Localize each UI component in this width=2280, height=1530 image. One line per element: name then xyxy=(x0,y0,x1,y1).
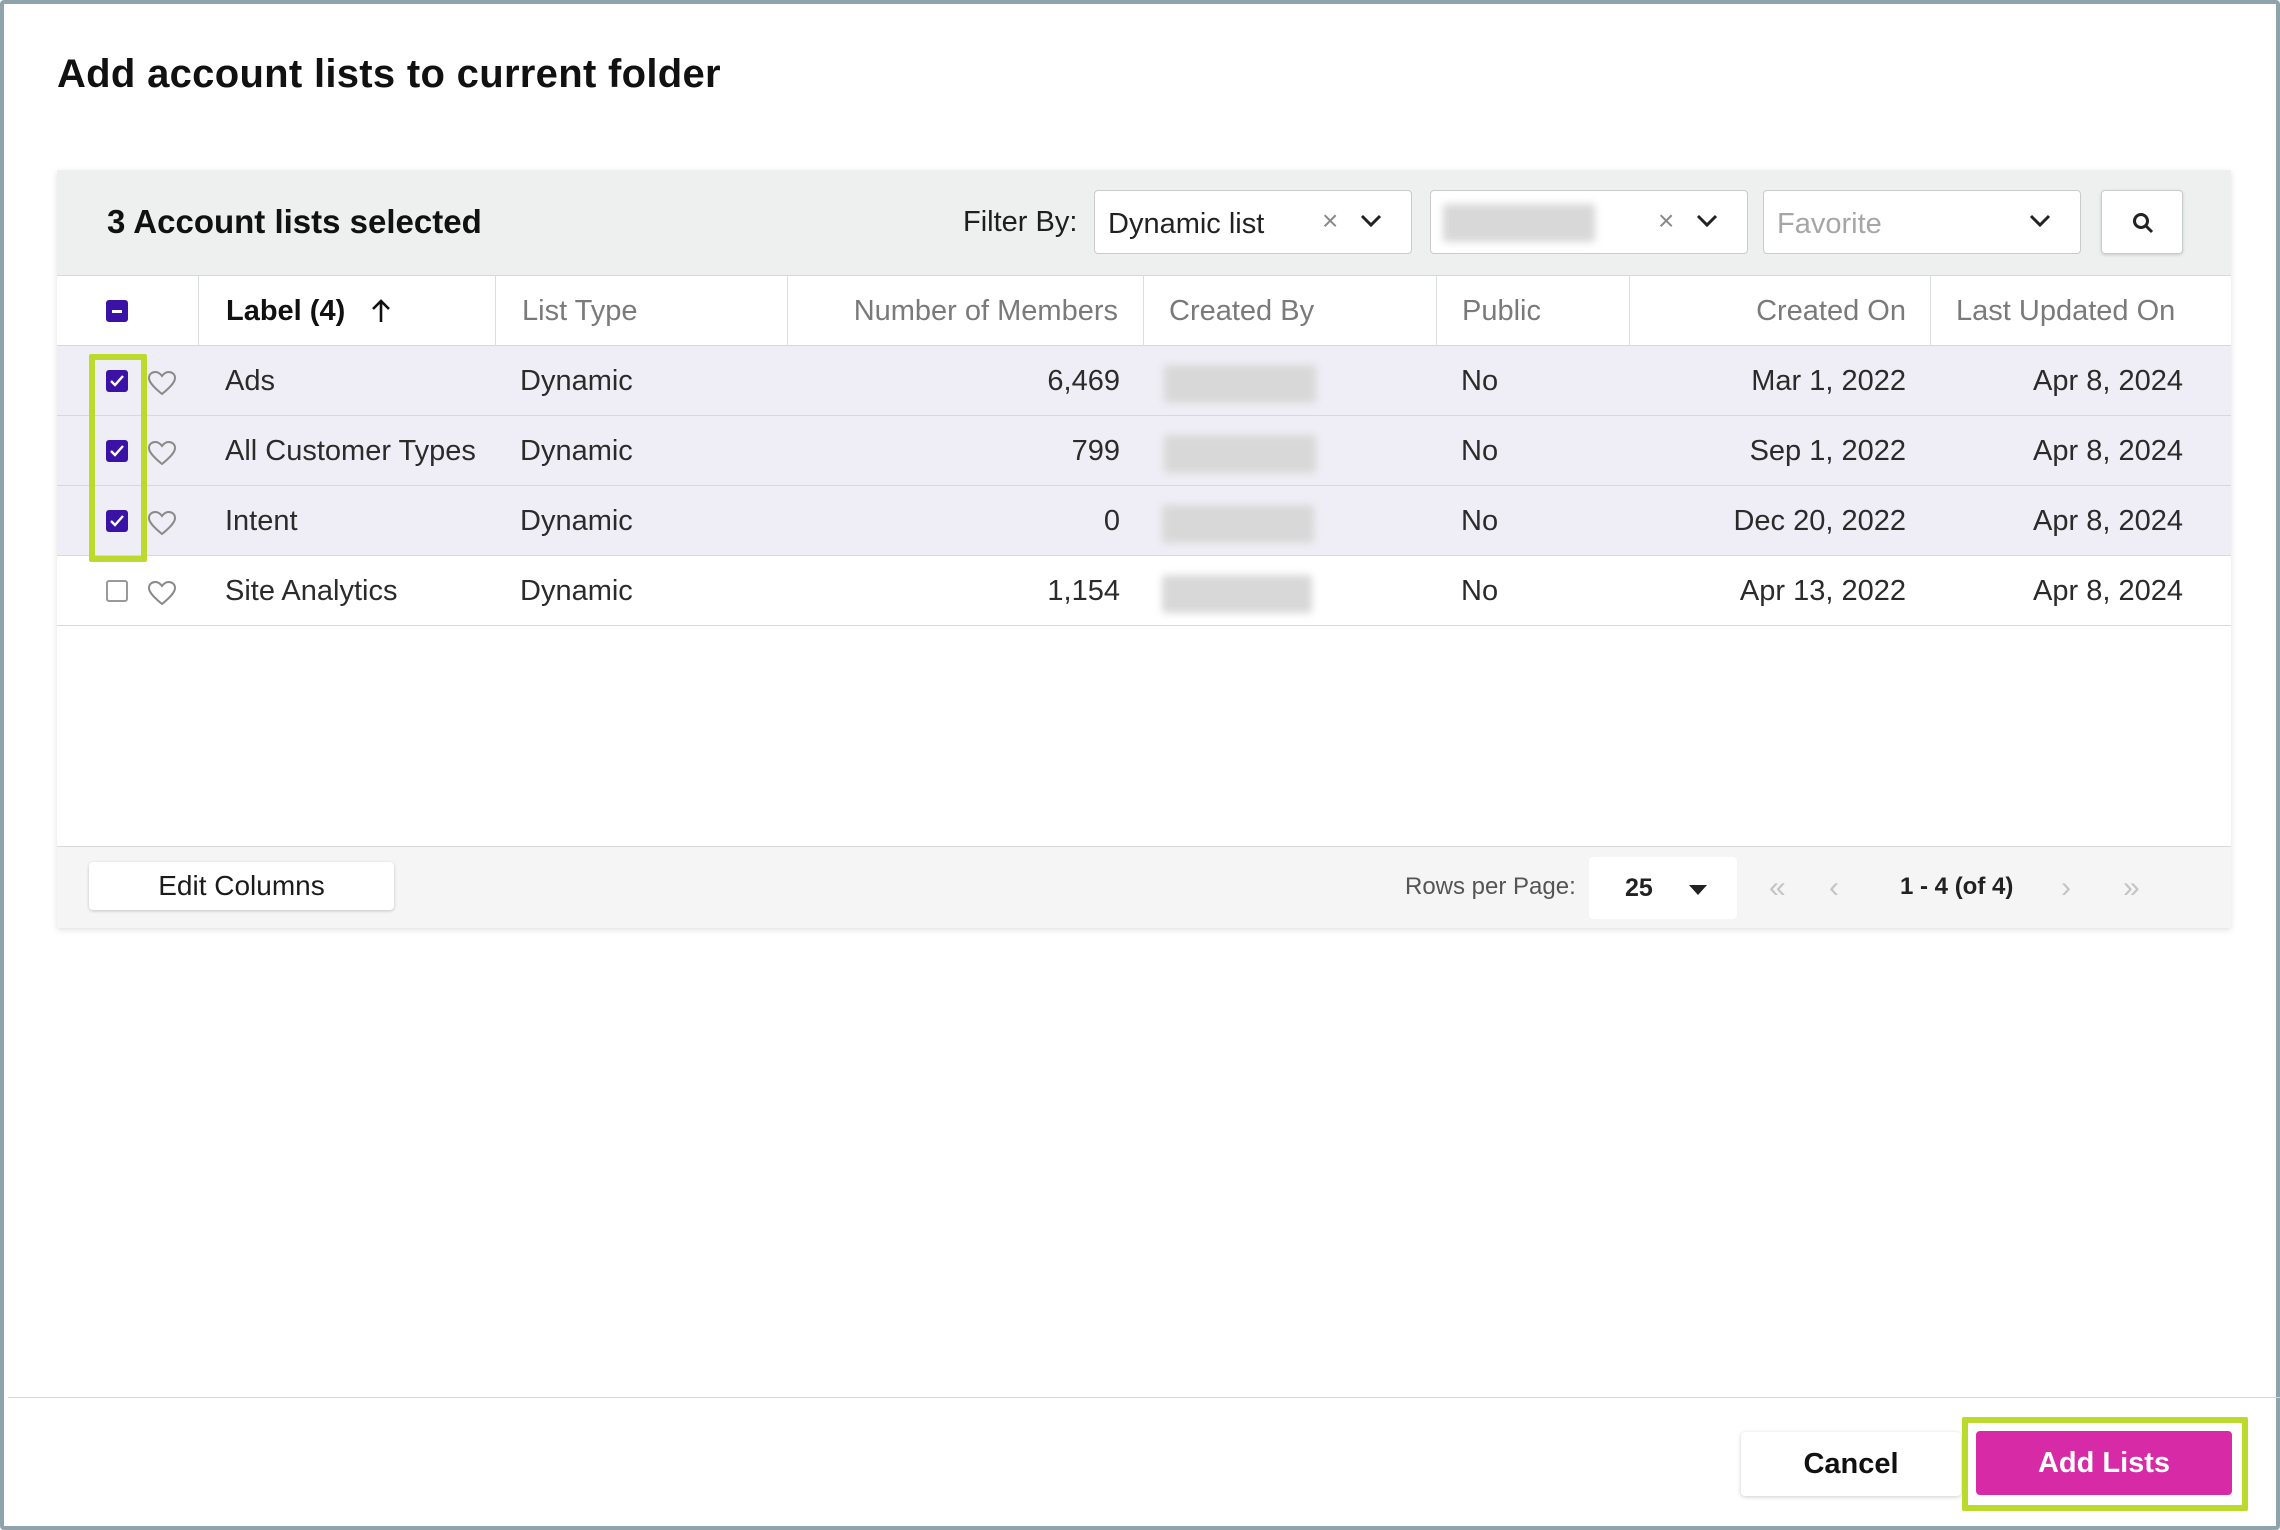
table-footer: Edit Columns Rows per Page: 25 « ‹ 1 - 4… xyxy=(57,846,2231,928)
row-members: 0 xyxy=(1103,505,1120,537)
table-row[interactable]: Ads Dynamic 6,469 No Mar 1, 2022 Apr 8, … xyxy=(57,346,2231,416)
caret-down-icon xyxy=(1689,885,1707,895)
account-lists-table: 3 Account lists selected Filter By: Dyna… xyxy=(57,170,2231,928)
row-list-type: Dynamic xyxy=(520,575,633,607)
column-header-created-by[interactable]: Created By xyxy=(1144,276,1437,346)
favorite-heart-icon[interactable] xyxy=(147,510,177,536)
search-icon xyxy=(2133,213,2154,234)
rows-per-page-label: Rows per Page: xyxy=(1405,873,1576,900)
filter-by-label: Filter By: xyxy=(963,206,1078,238)
row-list-type: Dynamic xyxy=(520,505,633,537)
row-created-on: Dec 20, 2022 xyxy=(1733,505,1906,537)
redacted-created-by xyxy=(1164,365,1316,403)
filter-favorite-select[interactable]: Favorite xyxy=(1763,190,2081,254)
add-lists-dialog: Add account lists to current folder 3 Ac… xyxy=(0,0,2280,1530)
next-page-icon[interactable]: › xyxy=(2061,871,2071,905)
row-label[interactable]: Ads xyxy=(225,346,480,416)
column-header-last-updated[interactable]: Last Updated On xyxy=(1931,276,2231,346)
search-button[interactable] xyxy=(2101,190,2183,254)
clear-icon[interactable]: × xyxy=(1658,205,1674,237)
column-header-label[interactable]: Label (4) xyxy=(199,276,496,346)
rows-per-page-select[interactable]: 25 xyxy=(1589,857,1737,919)
row-label[interactable]: Intent xyxy=(225,486,480,556)
row-updated-on: Apr 8, 2024 xyxy=(2033,435,2183,467)
column-header-list-type[interactable]: List Type xyxy=(496,276,788,346)
row-public: No xyxy=(1461,365,1499,397)
row-members: 1,154 xyxy=(1047,575,1120,607)
table-row[interactable]: Intent Dynamic 0 No Dec 20, 2022 Apr 8, … xyxy=(57,486,2231,556)
last-page-icon[interactable]: » xyxy=(2123,871,2140,905)
prev-page-icon[interactable]: ‹ xyxy=(1829,871,1839,905)
clear-icon[interactable]: × xyxy=(1322,205,1338,237)
filter-type-value: Dynamic list xyxy=(1108,208,1265,240)
row-created-on: Sep 1, 2022 xyxy=(1749,435,1906,467)
column-header-members[interactable]: Number of Members xyxy=(788,276,1144,346)
row-public: No xyxy=(1461,575,1499,607)
rows-per-page-value: 25 xyxy=(1625,874,1653,902)
row-members: 799 xyxy=(1071,435,1120,467)
favorite-heart-icon[interactable] xyxy=(147,370,177,396)
favorite-placeholder: Favorite xyxy=(1777,208,1882,240)
column-header-created-on[interactable]: Created On xyxy=(1630,276,1931,346)
redacted-created-by xyxy=(1162,575,1312,613)
redacted-value xyxy=(1443,204,1595,242)
row-public: No xyxy=(1461,435,1499,467)
row-public: No xyxy=(1461,505,1499,537)
edit-columns-button[interactable]: Edit Columns xyxy=(89,862,394,910)
sort-ascending-icon xyxy=(372,299,390,322)
dialog-title: Add account lists to current folder xyxy=(57,52,721,96)
favorite-heart-icon[interactable] xyxy=(147,580,177,606)
first-page-icon[interactable]: « xyxy=(1769,871,1786,905)
chevron-down-icon[interactable] xyxy=(1695,213,1719,229)
filter-type-select[interactable]: Dynamic list × xyxy=(1094,190,1412,254)
filter-owner-select[interactable]: × xyxy=(1430,190,1748,254)
footer-divider xyxy=(8,1397,2280,1398)
row-created-on: Apr 13, 2022 xyxy=(1739,575,1906,607)
row-label[interactable]: All Customer Types xyxy=(225,416,480,486)
redacted-created-by xyxy=(1164,435,1316,473)
page-info: 1 - 4 (of 4) xyxy=(1900,873,2014,900)
redacted-created-by xyxy=(1162,505,1314,543)
cancel-button[interactable]: Cancel xyxy=(1741,1432,1961,1496)
row-list-type: Dynamic xyxy=(520,435,633,467)
row-label[interactable]: Site Analytics xyxy=(225,556,480,626)
row-checkbox[interactable] xyxy=(106,580,128,602)
select-all-header xyxy=(57,276,199,346)
table-row[interactable]: All Customer Types Dynamic 799 No Sep 1,… xyxy=(57,416,2231,486)
chevron-down-icon[interactable] xyxy=(2028,213,2052,229)
row-updated-on: Apr 8, 2024 xyxy=(2033,505,2183,537)
table-row[interactable]: Site Analytics Dynamic 1,154 No Apr 13, … xyxy=(57,556,2231,626)
favorite-heart-icon[interactable] xyxy=(147,440,177,466)
row-members: 6,469 xyxy=(1047,365,1120,397)
select-all-checkbox[interactable] xyxy=(106,300,128,322)
row-created-on: Mar 1, 2022 xyxy=(1751,365,1906,397)
selected-count: 3 Account lists selected xyxy=(107,203,482,240)
row-list-type: Dynamic xyxy=(520,365,633,397)
add-lists-button[interactable]: Add Lists xyxy=(1976,1431,2232,1495)
checkbox-highlight xyxy=(89,354,147,562)
chevron-down-icon[interactable] xyxy=(1359,213,1383,229)
row-updated-on: Apr 8, 2024 xyxy=(2033,575,2183,607)
table-header: Label (4) List Type Number of Members Cr… xyxy=(57,276,2231,346)
column-header-public[interactable]: Public xyxy=(1437,276,1630,346)
row-updated-on: Apr 8, 2024 xyxy=(2033,365,2183,397)
